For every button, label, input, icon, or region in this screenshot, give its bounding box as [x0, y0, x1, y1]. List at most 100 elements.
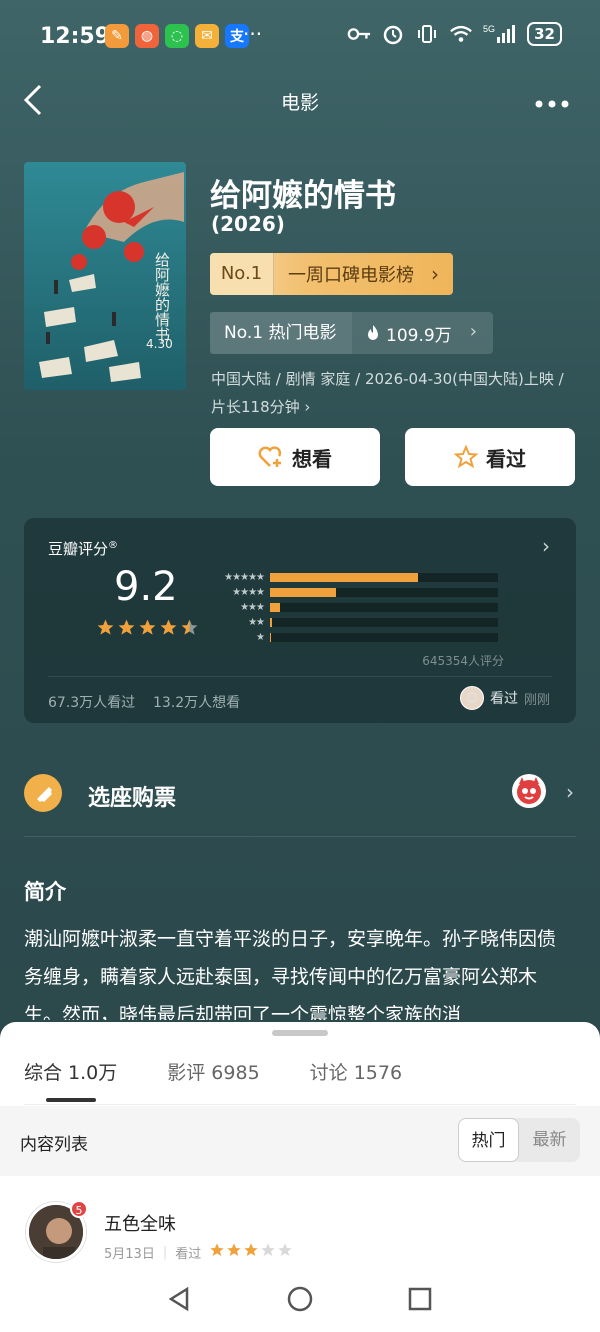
- reviews-tabs: 综合 1.0万 影评 6985 讨论 1576: [24, 1058, 402, 1085]
- chevron-right-icon: ›: [431, 262, 439, 286]
- divider: [24, 1104, 576, 1105]
- my-status-time: 刚刚: [523, 692, 550, 708]
- poster-title-text: 给阿嬷的情书: [153, 252, 171, 342]
- square-recents-icon: [409, 1287, 432, 1311]
- distribution-row: ★: [210, 630, 510, 645]
- review-star: [226, 1242, 242, 1262]
- rank-number: No.1: [210, 253, 274, 295]
- back-nav-button[interactable]: [167, 1286, 193, 1316]
- rating-label: 豆瓣评分®: [48, 540, 119, 558]
- signal-icon: 5G: [483, 22, 517, 46]
- distribution-stars: ★★★: [240, 602, 265, 613]
- my-status-label: 看过: [489, 691, 518, 707]
- sort-hot-button[interactable]: 热门: [458, 1118, 519, 1162]
- chevron-right-icon: ›: [566, 780, 574, 804]
- distribution-stars: ★★★★: [232, 587, 265, 598]
- movie-meta-text: 中国大陆 / 剧情 家庭 / 2026-04-30(中国大陆)上映 / 片长11…: [211, 370, 564, 416]
- tab-reviews[interactable]: 影评 6985: [167, 1058, 259, 1085]
- reviewer-name[interactable]: 五色全味: [104, 1210, 176, 1236]
- wifi-icon: [449, 22, 473, 46]
- rating-star: [180, 618, 199, 641]
- more-notifications-icon: ···: [243, 22, 263, 46]
- distribution-stars: ★★: [248, 617, 265, 628]
- flame-icon: [368, 325, 378, 340]
- intro-text[interactable]: 潮汕阿嬷叶淑柔一直守着平淡的日子，安享晚年。孙子晓伟因债务缠身，瞒着家人远赴泰国…: [24, 920, 569, 1020]
- rating-star: [96, 618, 115, 641]
- seen-count: 67.3万人看过: [48, 695, 136, 711]
- movie-meta[interactable]: 中国大陆 / 剧情 家庭 / 2026-04-30(中国大陆)上映 / 片长11…: [211, 365, 571, 421]
- network-label: 5G: [483, 24, 495, 34]
- vibrate-icon: [415, 22, 439, 46]
- distribution-track: [270, 603, 498, 612]
- tab-overall[interactable]: 综合 1.0万: [24, 1058, 117, 1085]
- alarm-icon: [381, 22, 405, 46]
- user-avatar: ☺: [459, 686, 484, 710]
- battery-indicator: 32: [527, 22, 562, 46]
- app-notification-icon: ✎: [105, 24, 129, 48]
- tab-discussion[interactable]: 讨论 1576: [310, 1058, 402, 1085]
- hot-rank-badge[interactable]: No.1 热门电影 109.9万 ›: [210, 312, 493, 354]
- want-to-see-button[interactable]: 想看: [210, 428, 380, 486]
- review-status: 看过: [175, 1246, 202, 1262]
- status-bar: 12:59 ✎ ◍ ◌ ✉ 支 ··· 5G 32: [0, 0, 600, 70]
- sort-toggle: 热门 最新: [458, 1118, 580, 1162]
- buy-tickets-label: 选座购票: [88, 786, 177, 811]
- review-stars: [209, 1242, 293, 1262]
- distribution-stars: ★★★★★: [224, 572, 265, 583]
- content-list-label: 内容列表: [20, 1135, 88, 1155]
- movie-year: (2026): [211, 212, 285, 236]
- heart-plus-icon: [258, 446, 282, 467]
- sheet-handle[interactable]: [272, 1030, 328, 1036]
- more-button[interactable]: [534, 86, 570, 116]
- star-icon: [97, 619, 114, 635]
- wechat-icon: ◌: [165, 24, 189, 48]
- want-count: 13.2万人想看: [152, 695, 241, 711]
- status-time: 12:59: [40, 24, 111, 49]
- chevron-right-icon: ›: [304, 398, 311, 416]
- star-icon: [139, 619, 156, 635]
- review-star: [260, 1242, 276, 1262]
- distribution-stars: ★: [256, 632, 265, 643]
- sort-new-button[interactable]: 最新: [519, 1118, 580, 1162]
- distribution-row: ★★★★★: [210, 570, 510, 585]
- rating-card[interactable]: 豆瓣评分® › 9.2 ★★★★★ ★★★★ ★★★ ★★ ★ 645354人评分 67…: [24, 518, 576, 723]
- distribution-row: ★★★: [210, 600, 510, 615]
- weekly-rank-badge[interactable]: No.1 一周口碑电影榜 ›: [210, 253, 453, 295]
- circle-home-icon: [287, 1286, 313, 1312]
- distribution-track: [270, 618, 498, 627]
- seen-button[interactable]: 看过: [405, 428, 575, 486]
- review-item[interactable]: 5 五色全味 5月13日 | 看过: [0, 1176, 600, 1276]
- more-dots-icon: [535, 100, 569, 108]
- divider: [48, 676, 552, 677]
- active-tab-indicator: [46, 1098, 96, 1102]
- distribution-bar: [270, 618, 273, 627]
- star-icon: [244, 1243, 258, 1256]
- star-icon: [160, 619, 177, 635]
- rating-count: 645354人评分: [422, 654, 504, 668]
- movie-poster[interactable]: 给阿嬷的情书 4.30: [24, 162, 186, 390]
- review-date: 5月13日: [104, 1246, 155, 1262]
- star-icon: [278, 1243, 292, 1256]
- home-nav-button[interactable]: [286, 1285, 314, 1317]
- chevron-right-icon: ›: [542, 534, 550, 558]
- recents-nav-button[interactable]: [407, 1286, 433, 1316]
- hot-rank-label: No.1 热门电影: [210, 312, 352, 354]
- star-icon: [181, 619, 198, 635]
- rating-star: [117, 618, 136, 641]
- rating-star: [159, 618, 178, 641]
- review-star: [209, 1242, 225, 1262]
- review-star: [277, 1242, 293, 1262]
- system-nav-bar: [0, 1270, 600, 1332]
- distribution-bar: [270, 603, 281, 612]
- rating-score: 9.2: [114, 564, 178, 610]
- chevron-right-icon: ›: [469, 321, 477, 342]
- distribution-bar: [270, 588, 337, 597]
- rating-stars: [96, 618, 199, 641]
- want-label: 想看: [292, 446, 332, 471]
- reviewer-badge: 5: [70, 1200, 88, 1218]
- star-outline-icon: [454, 445, 478, 469]
- distribution-track: [270, 633, 498, 642]
- distribution-bar: [270, 573, 419, 582]
- buy-tickets-row[interactable]: 选座购票 ›: [24, 770, 576, 820]
- my-status[interactable]: ☺ 看过 刚刚: [459, 686, 550, 710]
